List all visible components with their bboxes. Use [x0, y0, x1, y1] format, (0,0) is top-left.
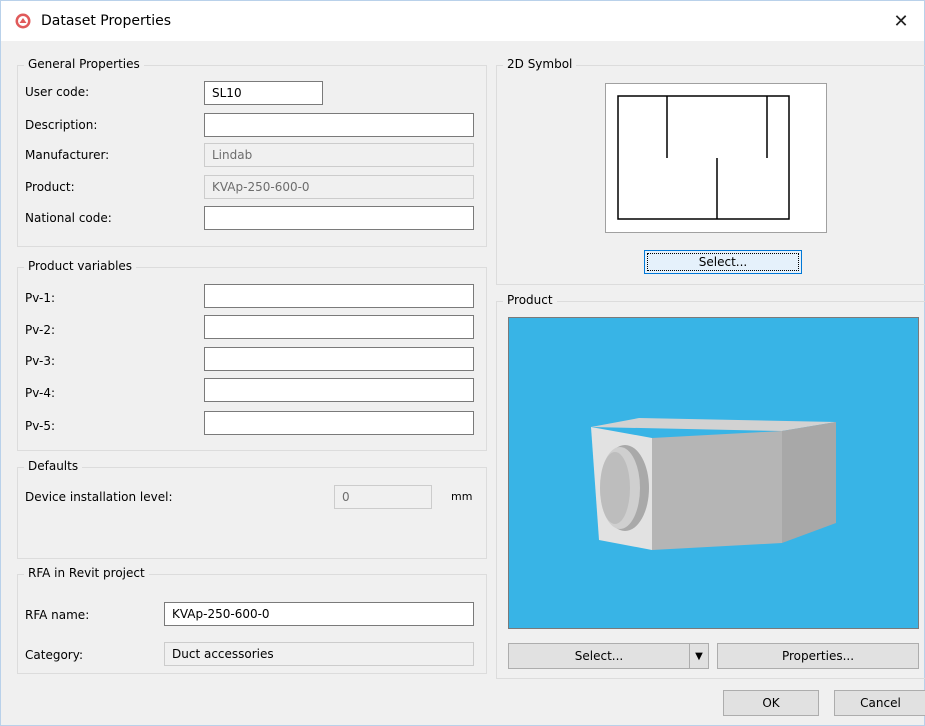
rfa-heading: RFA in Revit project	[24, 566, 149, 580]
product-select-button[interactable]: Select...	[508, 643, 690, 669]
description-label: Description:	[25, 118, 98, 132]
ok-label: OK	[762, 696, 780, 710]
title-bar: Dataset Properties ✕	[1, 1, 924, 41]
defaults-heading: Defaults	[24, 459, 83, 473]
device-installation-level-unit: mm	[451, 490, 473, 503]
device-installation-level-field: 0	[334, 485, 432, 509]
device-installation-level-label: Device installation level:	[25, 490, 173, 504]
cancel-button[interactable]: Cancel	[834, 690, 925, 716]
product-select-dropdown[interactable]: ▼	[689, 643, 709, 669]
pv-1-label: Pv-1:	[25, 291, 56, 305]
close-icon: ✕	[893, 10, 909, 32]
user-code-field[interactable]: SL10	[204, 81, 323, 105]
product-heading: Product	[503, 293, 557, 307]
dataset-properties-dialog: Dataset Properties ✕ General Properties …	[0, 0, 925, 726]
category-field: Duct accessories	[164, 642, 474, 666]
product-properties-label: Properties...	[781, 649, 855, 663]
product-label: Product:	[25, 180, 75, 194]
pv-4-field[interactable]	[204, 378, 474, 402]
symbol-preview	[605, 83, 827, 233]
pv-2-label: Pv-2:	[25, 323, 56, 337]
rfa-name-label: RFA name:	[25, 608, 90, 622]
symbol-drawing	[617, 95, 790, 220]
product-properties-button[interactable]: Properties...	[717, 643, 919, 669]
product-3d-viewport[interactable]	[508, 317, 919, 629]
symbol-select-button[interactable]: Select...	[644, 250, 802, 274]
ok-button[interactable]: OK	[723, 690, 819, 716]
pv-5-label: Pv-5:	[25, 419, 56, 433]
national-code-field[interactable]	[204, 206, 474, 230]
pv-3-label: Pv-3:	[25, 354, 56, 368]
description-field[interactable]	[204, 113, 474, 137]
manufacturer-label: Manufacturer:	[25, 148, 110, 162]
cancel-label: Cancel	[860, 696, 901, 710]
pv-3-field[interactable]	[204, 347, 474, 371]
close-button[interactable]: ✕	[878, 1, 924, 41]
chevron-down-icon: ▼	[695, 650, 703, 662]
product-select-label: Select...	[574, 649, 624, 663]
product-3d-model	[591, 418, 836, 550]
app-logo-icon	[15, 13, 31, 29]
pv-1-field[interactable]	[204, 284, 474, 308]
user-code-label: User code:	[25, 85, 90, 99]
rfa-name-field[interactable]: KVAp-250-600-0	[164, 602, 474, 626]
window-title: Dataset Properties	[41, 13, 172, 29]
category-label: Category:	[25, 648, 83, 662]
product-variables-heading: Product variables	[24, 259, 137, 273]
national-code-label: National code:	[25, 211, 112, 225]
defaults-group: Defaults	[17, 459, 487, 559]
product-field: KVAp-250-600-0	[204, 175, 474, 199]
pv-2-field[interactable]	[204, 315, 474, 339]
focus-ring	[647, 253, 799, 271]
pv-5-field[interactable]	[204, 411, 474, 435]
general-properties-heading: General Properties	[24, 57, 144, 71]
pv-4-label: Pv-4:	[25, 386, 56, 400]
symbol-heading: 2D Symbol	[503, 57, 577, 71]
manufacturer-field: Lindab	[204, 143, 474, 167]
